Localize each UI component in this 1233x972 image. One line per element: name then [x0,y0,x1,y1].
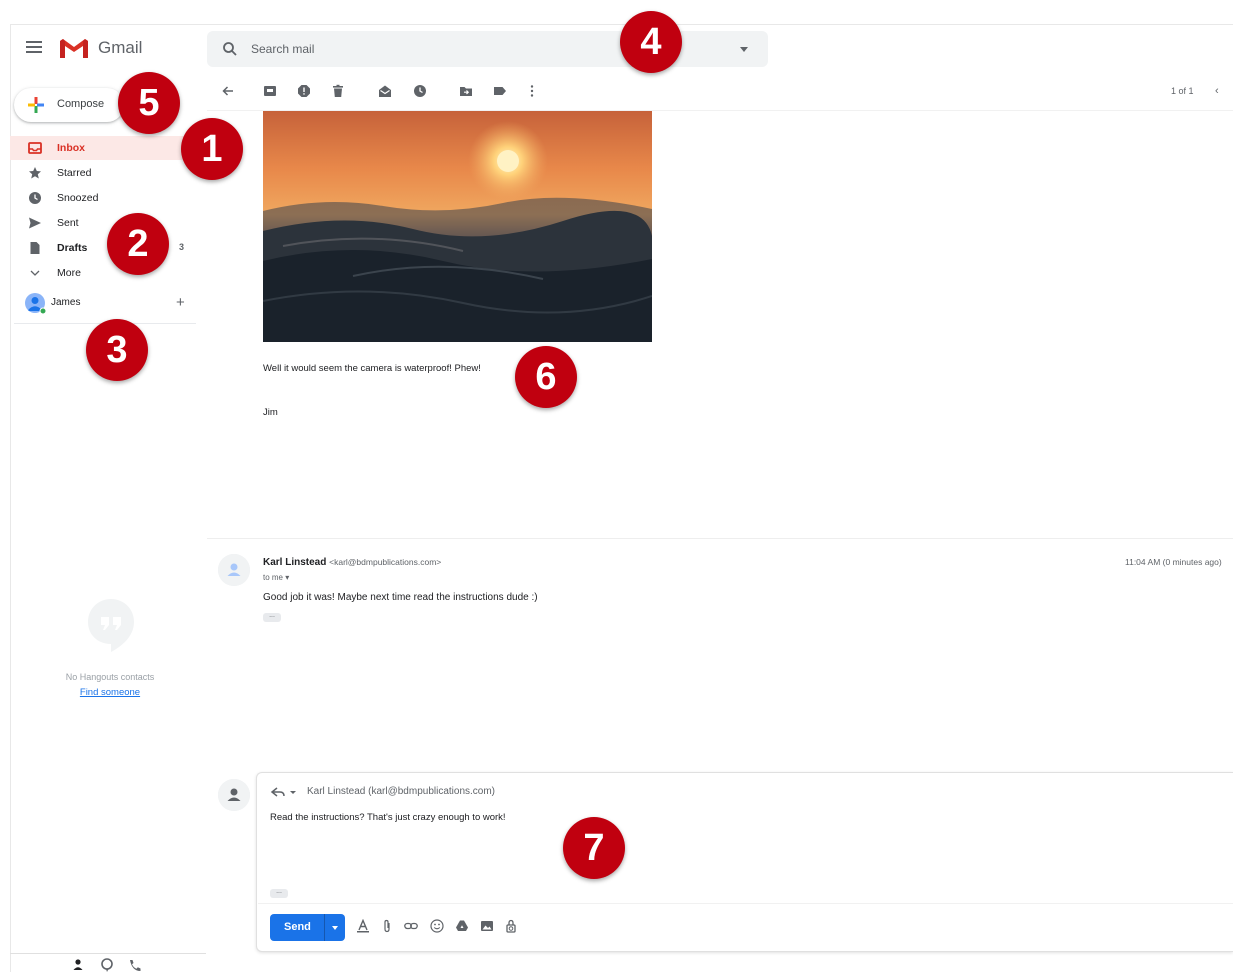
message-body: Well it would seem the camera is waterpr… [263,363,481,374]
sidebar-item-more[interactable]: More [10,261,196,285]
phone-icon[interactable] [130,960,141,971]
divider [10,953,206,954]
sidebar-item-starred[interactable]: Starred [10,161,196,185]
no-contacts-text: No Hangouts contacts [65,672,155,682]
sidebar-item-snoozed[interactable]: Snoozed [10,186,196,210]
archive-icon[interactable] [263,84,277,98]
clock-icon [29,192,41,204]
main-menu-icon[interactable] [26,41,42,55]
avatar[interactable] [24,292,46,314]
search-icon[interactable] [222,41,238,57]
back-arrow-icon[interactable] [221,84,235,98]
find-someone-link[interactable]: Find someone [20,687,200,698]
draft-icon [30,242,40,254]
divider [324,914,325,941]
add-contact-icon[interactable]: + [176,294,185,311]
hangouts-tabs [73,958,141,972]
pagination-text: 1 of 1 [1171,86,1194,96]
inbox-icon [28,142,42,154]
send-button[interactable]: Send [270,914,345,941]
hangouts-icon [88,599,134,652]
delete-icon[interactable] [331,84,345,98]
newer-icon[interactable]: ‹ [1215,85,1219,97]
callout-5: 5 [118,72,180,134]
chat-icon[interactable] [101,958,113,972]
label-icon[interactable] [493,84,507,98]
callout-3: 3 [86,319,148,381]
insert-link-icon[interactable] [404,919,418,933]
callout-1: 1 [181,118,243,180]
sidebar-item-label: Starred [57,167,92,179]
callout-7: 7 [563,817,625,879]
reply-type-icon[interactable] [270,786,298,798]
reply-compose-box[interactable] [256,772,1233,952]
sidebar-item-sent[interactable]: Sent [10,211,196,235]
chevron-down-icon [30,270,40,276]
callout-6: 6 [515,346,577,408]
message-toolbar: 1 of 1 ‹ [207,76,1233,110]
star-icon [29,167,41,179]
sidebar-item-inbox[interactable]: Inbox [10,136,196,160]
report-spam-icon[interactable] [297,84,311,98]
confidential-mode-icon[interactable] [504,919,518,933]
reply-body: Good job it was! Maybe next time read th… [263,592,538,603]
callout-2: 2 [107,213,169,275]
insert-emoji-icon[interactable] [430,919,444,933]
sidebar-item-label: More [57,267,81,279]
sidebar-item-label: Snoozed [57,192,99,204]
person-icon[interactable] [73,959,83,970]
insert-photo-icon[interactable] [480,919,494,933]
compose-plus-icon [28,97,44,113]
message-signature: Jim [263,407,278,418]
move-to-icon[interactable] [459,84,473,98]
show-trimmed-content-button[interactable]: ... [263,612,281,622]
compose-label: Compose [57,98,105,110]
my-avatar [218,779,250,811]
hangouts-user[interactable]: James + [24,292,196,316]
attached-photo [263,111,652,342]
divider [207,538,1233,539]
gmail-logo-icon[interactable] [58,37,90,59]
google-drive-icon[interactable] [455,919,469,933]
recipient-details[interactable]: to me ▾ [263,573,289,582]
search-options-dropdown-icon[interactable] [740,47,748,52]
draft-recipient[interactable]: Karl Linstead (karl@bdmpublications.com) [307,786,495,797]
recipient-label: to me [263,573,284,582]
send-label: Send [284,921,311,933]
sender-email: <karl@bdmpublications.com> [329,557,442,567]
divider [258,903,1233,904]
snooze-icon[interactable] [413,84,427,98]
sidebar-item-label: Sent [57,217,79,229]
sender-avatar[interactable] [218,554,250,586]
app-name: Gmail [98,38,143,57]
sidebar-item-label: Drafts [57,242,88,254]
hangouts-user-name[interactable]: James [51,297,80,308]
draft-body[interactable]: Read the instructions? That's just crazy… [270,812,506,823]
callout-4: 4 [620,11,682,73]
message-time: 11:04 AM (0 minutes ago) [1125,557,1222,567]
show-trimmed-content-button[interactable]: ... [270,888,288,898]
send-options-icon[interactable] [332,926,338,930]
attach-file-icon[interactable] [380,919,394,933]
sender-name[interactable]: Karl Linstead [263,557,326,568]
compose-button[interactable]: Compose [14,88,124,122]
search-input[interactable]: Search mail [251,42,314,56]
send-icon [29,217,41,229]
search-bar[interactable]: Search mail [207,31,768,67]
drafts-count: 3 [178,242,184,252]
mark-unread-icon[interactable] [378,84,392,98]
sidebar-item-label: Inbox [57,142,85,154]
formatting-options-icon[interactable] [356,919,370,933]
sender-line: Karl Linstead <karl@bdmpublications.com> [263,557,441,568]
more-options-icon[interactable] [525,84,539,98]
